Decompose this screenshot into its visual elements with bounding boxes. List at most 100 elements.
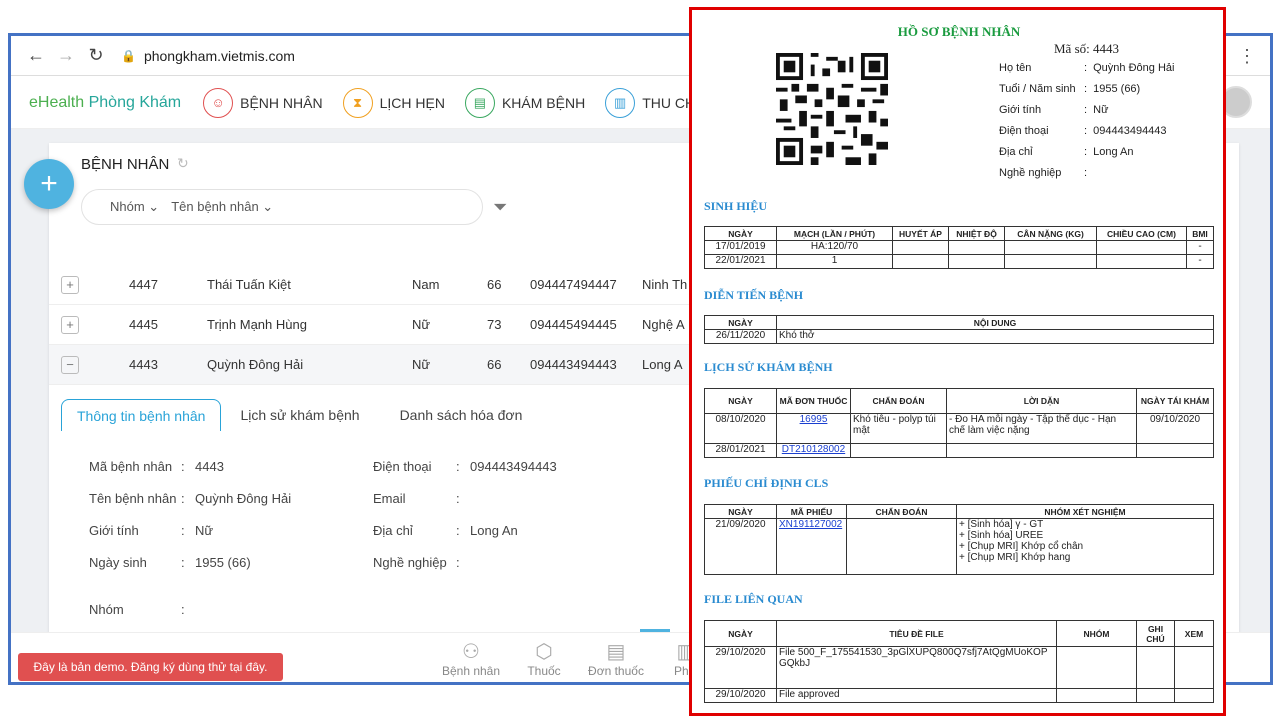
table-row[interactable]: + 4447 Thái Tuấn Kiệt Nam 66 09444749444… [49, 265, 749, 305]
tab-lich-su[interactable]: Lịch sử khám bệnh [225, 399, 374, 431]
filter-bar: Nhóm ⌄ Tên bệnh nhân ⌄ [81, 189, 483, 225]
demo-banner[interactable]: Đây là bản demo. Đăng ký dùng thử tại đâ… [18, 653, 283, 681]
collapse-icon[interactable]: − [61, 355, 79, 374]
nav-don-thuoc[interactable]: ▤ Đơn thuốc [581, 639, 651, 678]
lab-order-link[interactable]: XN191127002 [779, 519, 842, 530]
col-header: NHÓM [1056, 620, 1137, 647]
row-id: 4443 [129, 357, 158, 372]
section-cls: PHIẾU CHỈ ĐỊNH CLS [704, 476, 829, 490]
cell: 09/10/2020 [1136, 413, 1214, 444]
cell [846, 518, 957, 575]
col-header: NỘI DUNG [776, 315, 1214, 330]
field-key: Tuổi / Năm sinh [999, 83, 1076, 95]
field-key: Địa chỉ [999, 146, 1033, 158]
menu-kham-benh[interactable]: ▤ KHÁM BỆNH [464, 87, 585, 118]
cell: - [1186, 254, 1214, 269]
cell: Khó thở [776, 329, 1214, 344]
cell: 28/01/2021 [704, 443, 777, 458]
add-patient-button[interactable]: + [24, 159, 74, 209]
cell [1004, 254, 1097, 269]
col-header: GHI CHÚ [1136, 620, 1175, 647]
filter-icon[interactable]: ⏷ [493, 197, 507, 218]
col-header: NHIỆT ĐỘ [948, 226, 1005, 241]
qr-code-icon [776, 53, 888, 165]
patient-icon: ☺ [203, 87, 234, 118]
doc-title: HỒ SƠ BỆNH NHÂN [897, 24, 1021, 39]
prescription-link[interactable]: DT210128002 [782, 444, 845, 455]
cell [1136, 646, 1175, 689]
cell [1136, 443, 1214, 458]
menu-thu-chi[interactable]: ▥ THU CHI [605, 87, 699, 118]
prescription-link[interactable]: 16995 [800, 414, 828, 425]
nav-benh-nhan[interactable]: ⚇ Bệnh nhân [436, 639, 506, 678]
section-dien-tien: DIỄN TIẾN BỆNH [704, 288, 804, 302]
receipt-icon: ▥ [605, 87, 636, 118]
field-value: Quỳnh Đông Hải [1093, 62, 1175, 74]
detail-tabs: Thông tin bệnh nhân Lịch sử khám bệnh Da… [61, 399, 761, 431]
col-header: NHÓM XÉT NGHIỆM [956, 504, 1214, 519]
col-header: LỜI DẶN [946, 388, 1137, 414]
table-row[interactable]: + 4445 Trịnh Mạnh Hùng Nữ 73 09444549444… [49, 305, 749, 345]
menu-benh-nhan[interactable]: ☺ BỆNH NHÂN [203, 87, 323, 118]
field-tuoi: Tuổi / Năm sinh: 1955 (66) [999, 83, 1141, 95]
back-icon[interactable]: ← [21, 41, 51, 71]
table-row[interactable]: − 4443 Quỳnh Đông Hải Nữ 66 094443494443… [49, 345, 749, 385]
url-text: phongkham.vietmis.com [143, 47, 295, 64]
menu-label: LỊCH HẸN [379, 94, 445, 111]
colon: : [181, 602, 185, 617]
lock-icon: 🔒 [121, 48, 136, 63]
vitals-table: NGÀY MẠCH (LẦN / PHÚT) HUYẾT ÁP NHIỆT ĐỘ… [704, 226, 1214, 269]
nav-thuoc[interactable]: ⬡ Thuốc [509, 639, 579, 678]
info-ma: 4443 [195, 459, 224, 474]
field-key: Giới tính [999, 104, 1042, 116]
cell [1174, 688, 1214, 703]
expand-icon[interactable]: + [61, 315, 79, 334]
field-gioi-tinh: Giới tính: Nữ [999, 104, 1109, 116]
refresh-icon[interactable]: ↻ [177, 155, 189, 172]
info-ns: 1955 (66) [195, 555, 251, 570]
col-header: BMI [1186, 226, 1214, 241]
row-phone: 094445494445 [530, 317, 617, 332]
tab-hoa-don[interactable]: Danh sách hóa đơn [385, 399, 538, 431]
col-header: MÃ ĐƠN THUỐC [776, 388, 851, 414]
cell [850, 443, 947, 458]
col-header: NGÀY [704, 504, 777, 519]
info-email-label: Email [373, 491, 406, 506]
cell: 08/10/2020 [704, 413, 777, 444]
row-sex: Nữ [412, 357, 431, 372]
files-table: NGÀY TIÊU ĐỀ FILE NHÓM GHI CHÚ XEM 29/10… [704, 620, 1214, 703]
more-menu-icon[interactable]: ⋮ [1238, 46, 1256, 67]
expand-icon[interactable]: + [61, 275, 79, 294]
hourglass-icon: ⧗ [342, 87, 373, 118]
patient-record-document: HỒ SƠ BỆNH NHÂN Mã số: 4443 Họ tên: Quỳn… [689, 7, 1226, 716]
col-header: NGÀY TÁI KHÁM [1136, 388, 1214, 414]
menu-lich-hen[interactable]: ⧗ LỊCH HẸN [342, 87, 445, 118]
cell [948, 240, 1005, 255]
cell: 26/11/2020 [704, 329, 777, 344]
name-filter-label: Tên bệnh nhân [171, 199, 259, 214]
brand-logo[interactable]: eHealth Phòng Khám [29, 94, 181, 112]
cell: - [1186, 240, 1214, 255]
table-row: 28/01/2021 DT210128002 [704, 443, 1214, 458]
address-bar[interactable]: 🔒 phongkham.vietmis.com [121, 48, 295, 64]
reload-icon[interactable]: ↻ [81, 41, 111, 71]
tab-thong-tin[interactable]: Thông tin bệnh nhân [61, 399, 222, 431]
row-id: 4445 [129, 317, 158, 332]
field-value: 094443494443 [1093, 125, 1167, 137]
info-ten-label: Tên bệnh nhân [89, 491, 177, 506]
group-filter-label: Nhóm [110, 199, 145, 214]
row-name: Thái Tuấn Kiệt [207, 277, 291, 292]
page-title: BỆNH NHÂN [81, 156, 170, 173]
name-filter[interactable]: Tên bệnh nhân ⌄ [171, 199, 273, 215]
cell: 29/10/2020 [704, 688, 777, 703]
cell: 29/10/2020 [704, 646, 777, 689]
cell: File 500_F_175541530_3pGlXUPQ800Q7sfj7At… [776, 646, 1057, 689]
forward-icon[interactable]: → [51, 41, 81, 71]
progress-table: NGÀY NỘI DUNG 26/11/2020 Khó thở [704, 315, 1214, 344]
col-header: CHẨN ĐOÁN [850, 388, 947, 414]
info-gt: Nữ [195, 523, 214, 538]
cell [1174, 646, 1214, 689]
cell: HA:120/70 [776, 240, 893, 255]
group-filter[interactable]: Nhóm ⌄ [110, 199, 159, 215]
section-sinh-hieu: SINH HIỆU [704, 199, 768, 213]
